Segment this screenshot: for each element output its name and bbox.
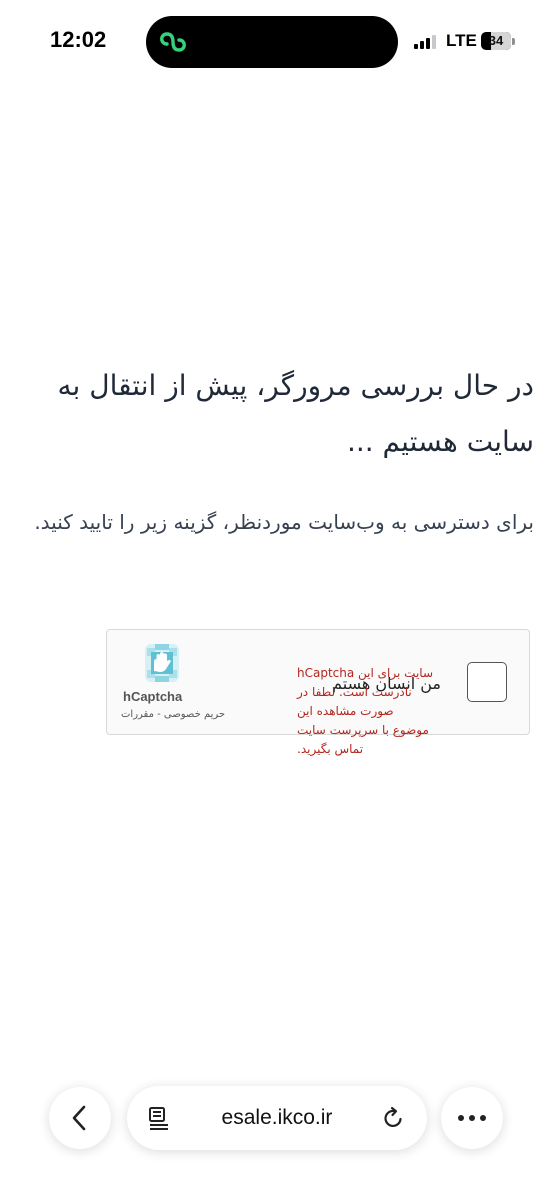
hcaptcha-logo-icon bbox=[145, 644, 179, 682]
captcha-error-message: سایت برای این hCaptcha نادرست است. لطفا … bbox=[297, 666, 433, 756]
signal-icon bbox=[414, 35, 438, 49]
captcha-checkbox[interactable] bbox=[467, 662, 507, 702]
battery-level-text: 34 bbox=[488, 33, 504, 48]
hcaptcha-brand: hCaptcha bbox=[123, 689, 183, 704]
dynamic-island bbox=[146, 16, 398, 68]
app-logo-icon bbox=[160, 32, 186, 52]
more-options-button[interactable] bbox=[441, 1087, 503, 1149]
network-type: LTE bbox=[446, 31, 477, 50]
captcha-privacy-terms-links[interactable]: حریم خصوصی - مقررات bbox=[121, 709, 225, 720]
hcaptcha-widget: من انسان هستم سایت برای این hCaptcha ناد… bbox=[106, 629, 530, 756]
reload-icon[interactable] bbox=[381, 1106, 405, 1130]
back-button[interactable] bbox=[49, 1087, 111, 1149]
page-title: در حال بررسی مرورگر، پیش از انتقال به سا… bbox=[57, 369, 534, 458]
back-icon bbox=[72, 1105, 86, 1131]
status-bar: 12:02 LTE 34 bbox=[0, 0, 554, 84]
address-bar[interactable]: esale.ikco.ir bbox=[127, 1086, 427, 1150]
page-subtitle: برای دسترسی به وب‌سایت موردنظر، گزینه زی… bbox=[34, 510, 534, 534]
status-time: 12:02 bbox=[50, 27, 107, 52]
battery-cap bbox=[512, 38, 515, 45]
battery-icon: 34 bbox=[481, 32, 511, 50]
more-icon bbox=[458, 1115, 486, 1121]
